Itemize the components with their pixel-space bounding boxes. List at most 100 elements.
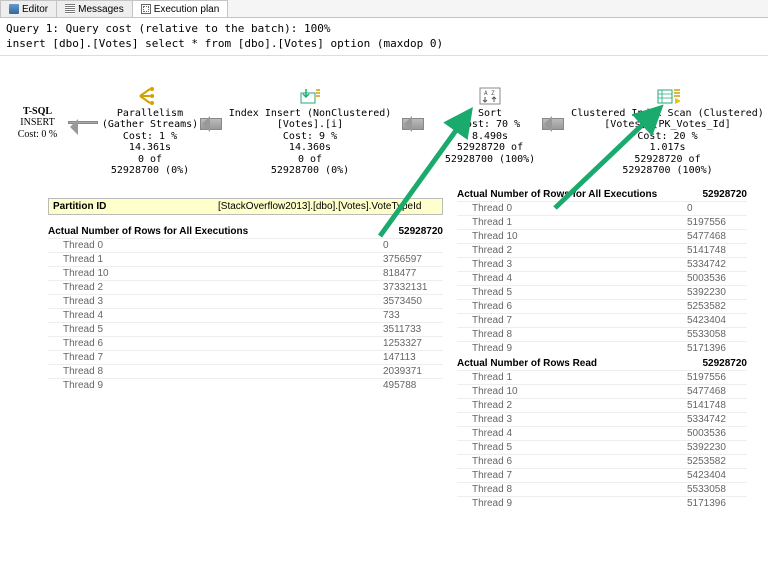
- thread-value: 5477468: [687, 231, 747, 242]
- thread-row: Thread 55392230: [457, 440, 747, 454]
- thread-row: Thread 35334742: [457, 257, 747, 271]
- thread-label: Thread 9: [457, 498, 687, 509]
- thread-row: Thread 15197556: [457, 215, 747, 229]
- thread-label: Thread 2: [457, 400, 687, 411]
- thread-label: Thread 1: [457, 372, 687, 383]
- thread-value: 5334742: [687, 414, 747, 425]
- tab-execution-plan[interactable]: Execution plan: [132, 0, 229, 17]
- query-cost-line: Query 1: Query cost (relative to the bat…: [6, 22, 331, 35]
- thread-label: Thread 7: [48, 352, 383, 363]
- query-header: Query 1: Query cost (relative to the bat…: [0, 18, 768, 56]
- thread-label: Thread 4: [457, 428, 687, 439]
- thread-label: Thread 9: [457, 343, 687, 354]
- thread-label: Thread 6: [48, 338, 383, 349]
- thread-row: Thread 25141748: [457, 243, 747, 257]
- thread-value: 5141748: [687, 245, 747, 256]
- thread-list: Thread 00Thread 13756597Thread 10818477T…: [48, 238, 443, 392]
- tab-label: Editor: [22, 4, 48, 15]
- svg-text:A: A: [484, 90, 488, 97]
- thread-value: 5253582: [687, 456, 747, 467]
- thread-row: Thread 95171396: [457, 341, 747, 355]
- thread-row: Thread 4733: [48, 308, 443, 322]
- thread-value: 5334742: [687, 259, 747, 270]
- thread-value: 3573450: [383, 296, 443, 307]
- thread-row: Thread 33573450: [48, 294, 443, 308]
- thread-label: Thread 3: [457, 414, 687, 425]
- thread-row: Thread 85533058: [457, 482, 747, 496]
- tooltip-panel-sort: Partition ID [StackOverflow2013].[dbo].[…: [48, 186, 443, 510]
- thread-value: 5003536: [687, 428, 747, 439]
- thread-label: Thread 10: [48, 268, 383, 279]
- thread-row: Thread 45003536: [457, 271, 747, 285]
- thread-value: 147113: [383, 352, 443, 363]
- thread-value: 1253327: [383, 338, 443, 349]
- thread-value: 5533058: [687, 484, 747, 495]
- thread-row: Thread 13756597: [48, 252, 443, 266]
- thread-value: 5392230: [687, 287, 747, 298]
- tab-label: Execution plan: [154, 4, 220, 15]
- thread-value: 495788: [383, 380, 443, 391]
- plan-node-index-insert[interactable]: Index Insert (NonClustered) [Votes].[i] …: [225, 86, 395, 177]
- thread-row: Thread 85533058: [457, 327, 747, 341]
- sort-icon: AZ: [478, 86, 502, 106]
- thread-label: Thread 9: [48, 380, 383, 391]
- thread-label: Thread 8: [457, 329, 687, 340]
- thread-value: 5423404: [687, 470, 747, 481]
- partition-id-row: Partition ID [StackOverflow2013].[dbo].[…: [48, 198, 443, 215]
- thread-row: Thread 10818477: [48, 266, 443, 280]
- thread-row: Thread 61253327: [48, 336, 443, 350]
- thread-label: Thread 8: [48, 366, 383, 377]
- thread-value: 5141748: [687, 400, 747, 411]
- plan-connector: [68, 121, 98, 124]
- thread-row: Thread 00: [457, 201, 747, 215]
- thread-label: Thread 5: [457, 287, 687, 298]
- thread-label: Thread 0: [457, 203, 687, 214]
- plan-node-sort[interactable]: AZ Sort Cost: 70 % 8.490s 52928720 of 52…: [440, 86, 540, 166]
- thread-row: Thread 237332131: [48, 280, 443, 294]
- thread-value: 0: [687, 203, 747, 214]
- thread-value: 3756597: [383, 254, 443, 265]
- plan-node-clustered-index-scan[interactable]: Clustered Index Scan (Clustered) [Votes]…: [570, 86, 765, 177]
- thread-value: 5197556: [687, 217, 747, 228]
- thread-row: Thread 105477468: [457, 384, 747, 398]
- thread-row: Thread 9495788: [48, 378, 443, 392]
- thread-row: Thread 65253582: [457, 299, 747, 313]
- thread-value: 5423404: [687, 315, 747, 326]
- thread-row: Thread 55392230: [457, 285, 747, 299]
- thread-label: Thread 1: [48, 254, 383, 265]
- index-insert-icon: [298, 86, 322, 106]
- thread-value: 5171396: [687, 343, 747, 354]
- thread-label: Thread 7: [457, 470, 687, 481]
- thread-row: Thread 53511733: [48, 322, 443, 336]
- thread-value: 5477468: [687, 386, 747, 397]
- thread-value: 5392230: [687, 442, 747, 453]
- plan-node-tsql[interactable]: T-SQL INSERT Cost: 0 %: [10, 106, 65, 141]
- editor-icon: [9, 4, 19, 14]
- plan-node-parallelism[interactable]: Parallelism (Gather Streams) Cost: 1 % 1…: [95, 86, 205, 177]
- execution-plan-canvas[interactable]: T-SQL INSERT Cost: 0 % Parallelism (Gath…: [0, 56, 768, 186]
- thread-label: Thread 5: [457, 442, 687, 453]
- thread-label: Thread 0: [48, 240, 383, 251]
- thread-value: 818477: [383, 268, 443, 279]
- thread-label: Thread 3: [457, 259, 687, 270]
- thread-label: Thread 8: [457, 484, 687, 495]
- thread-row: Thread 95171396: [457, 496, 747, 510]
- partition-id-value: [StackOverflow2013].[dbo].[Votes].VoteTy…: [218, 201, 438, 212]
- query-text-line: insert [dbo].[Votes] select * from [dbo]…: [6, 37, 443, 50]
- tooltip-panel-scan: Actual Number of Rows for All Executions…: [457, 186, 747, 510]
- clustered-scan-icon: [656, 86, 680, 106]
- tab-messages[interactable]: Messages: [56, 0, 133, 17]
- actual-rows-header: Actual Number of Rows for All Executions…: [457, 186, 747, 201]
- partition-id-label: Partition ID: [53, 201, 218, 212]
- thread-list: Thread 00Thread 15197556Thread 105477468…: [457, 201, 747, 355]
- thread-row: Thread 105477468: [457, 229, 747, 243]
- thread-row: Thread 7147113: [48, 350, 443, 364]
- thread-row: Thread 75423404: [457, 313, 747, 327]
- thread-label: Thread 10: [457, 386, 687, 397]
- thread-list: Thread 15197556Thread 105477468Thread 25…: [457, 370, 747, 510]
- thread-row: Thread 82039371: [48, 364, 443, 378]
- tab-label: Messages: [78, 4, 124, 15]
- thread-row: Thread 00: [48, 238, 443, 252]
- tab-editor[interactable]: Editor: [0, 0, 57, 17]
- thread-label: Thread 6: [457, 456, 687, 467]
